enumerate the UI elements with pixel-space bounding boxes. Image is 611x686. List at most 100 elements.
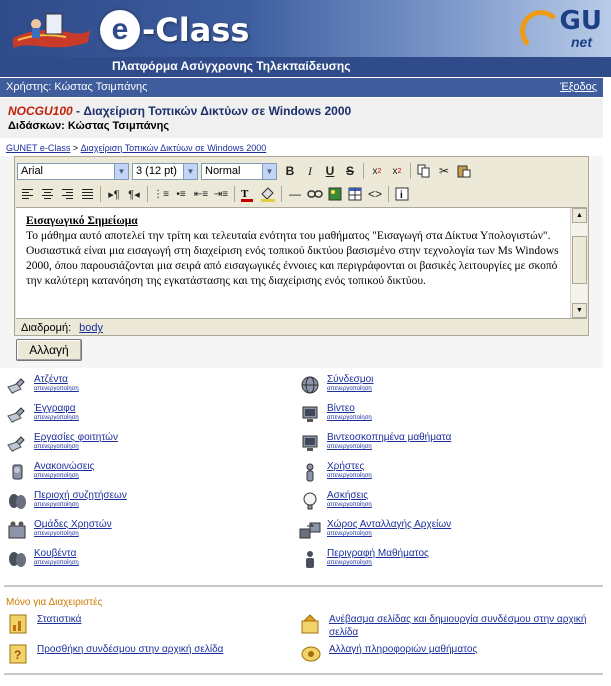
tool-documents[interactable]: Έγγραφα απενεργοποίηση [6, 403, 79, 425]
tool-deactivate-link[interactable]: απενεργοποίηση [327, 444, 451, 450]
tool-student-works[interactable]: Εργασίες φοιτητών απενεργοποίηση [6, 432, 118, 454]
admin-upload-page[interactable]: Ανέβασμα σελίδας και δημιουργία συνδέσμο… [300, 613, 599, 639]
admin-statistics[interactable]: Στατιστικά [8, 613, 267, 635]
paste-icon[interactable] [454, 161, 474, 181]
tool-links[interactable]: Σύνδεσμοι απενεργοποίηση [299, 374, 373, 396]
ltr-icon[interactable]: ▸¶ [104, 184, 124, 204]
logout-link[interactable]: Έξοδος [560, 81, 597, 93]
admin-item-label: Στατιστικά [37, 614, 82, 625]
html-source-icon[interactable]: <> [365, 184, 385, 204]
tool-deactivate-link[interactable]: απενεργοποίηση [34, 415, 79, 421]
admin-course-info[interactable]: Αλλαγή πληροφοριών μαθήματος [300, 643, 599, 665]
monitor-icon [299, 432, 321, 454]
align-center-icon[interactable] [37, 184, 57, 204]
tool-course-description[interactable]: Περιγραφή Μαθήματος απενεργοποίηση [299, 548, 429, 570]
admin-section-title: Μόνο για Διαχειριστές [6, 597, 103, 608]
platform-subtitle: Πλατφόρμα Ασύγχρονης Τηλεκπαίδευσης [112, 59, 351, 73]
breadcrumb-current[interactable]: Διαχείριση Τοπικών Δικτύων σε Windows 20… [81, 143, 267, 153]
statistics-icon [9, 614, 27, 634]
format-select[interactable]: Normal ▼ [201, 162, 277, 180]
link-icon[interactable] [305, 184, 325, 204]
cut-icon[interactable]: ✂ [434, 161, 454, 181]
pencil-icon [6, 374, 28, 396]
tool-deactivate-link[interactable]: απενεργοποίηση [34, 531, 112, 537]
editor-content-area[interactable]: Εισαγωγικό Σημείωμα Το μάθημα αυτό αποτε… [16, 207, 587, 319]
tool-exercises[interactable]: Ασκήσεις απενεργοποίηση [299, 490, 372, 512]
underline-button[interactable]: U [320, 161, 340, 181]
align-right-icon[interactable] [57, 184, 77, 204]
info-icon[interactable]: i [392, 184, 412, 204]
rtl-icon[interactable]: ¶◂ [124, 184, 144, 204]
path-label: Διαδρομή: [21, 322, 72, 334]
instructor: Διδάσκων: Κώστας Τσιμπάνης [8, 120, 170, 132]
breadcrumb-separator: > [70, 143, 81, 153]
upload-icon [301, 614, 319, 634]
size-select[interactable]: 3 (12 pt) ▼ [132, 162, 198, 180]
outdent-icon[interactable]: ⇤≡ [191, 184, 211, 204]
scroll-down-icon[interactable]: ▼ [572, 303, 587, 318]
unordered-list-icon[interactable]: •≡ [171, 184, 191, 204]
forum-icon [6, 490, 28, 512]
tool-deactivate-link[interactable]: απενεργοποίηση [327, 560, 429, 566]
align-left-icon[interactable] [17, 184, 37, 204]
tool-deactivate-link[interactable]: απενεργοποίηση [34, 502, 127, 508]
strikethrough-button[interactable]: S [340, 161, 360, 181]
align-justify-icon[interactable] [77, 184, 97, 204]
breadcrumb: GUNET e-Class > Διαχείριση Τοπικών Δικτύ… [6, 143, 266, 153]
groups-icon [6, 519, 28, 541]
file-exchange-icon [299, 519, 321, 541]
tool-label: Βίντεο [327, 403, 355, 414]
editor-heading: Εισαγωγικό Σημείωμα [26, 215, 138, 227]
tool-announcements[interactable]: Ανακοινώσεις απενεργοποίηση [6, 461, 94, 483]
tool-deactivate-link[interactable]: απενεργοποίηση [327, 386, 373, 392]
ordered-list-icon[interactable]: ⋮≡ [151, 184, 171, 204]
tool-deactivate-link[interactable]: απενεργοποίηση [34, 444, 118, 450]
editor-scrollbar[interactable]: ▲ ▼ [570, 208, 587, 318]
tool-video[interactable]: Βίντεο απενεργοποίηση [299, 403, 372, 425]
copy-icon[interactable] [414, 161, 434, 181]
tool-users[interactable]: Χρήστες απενεργοποίηση [299, 461, 372, 483]
tool-file-exchange[interactable]: Χώρος Ανταλλαγής Αρχείων απενεργοποίηση [299, 519, 451, 541]
path-body-link[interactable]: body [79, 322, 103, 334]
tool-forum[interactable]: Περιοχή συζητήσεων απενεργοποίηση [6, 490, 127, 512]
tool-user-groups[interactable]: Ομάδες Χρηστών απενεργοποίηση [6, 519, 112, 541]
tool-label: Κουβέντα [34, 548, 77, 559]
font-select[interactable]: Arial ▼ [17, 162, 129, 180]
subscript-button[interactable]: x2 [367, 161, 387, 181]
submit-change-button[interactable]: Αλλαγή [16, 339, 82, 361]
indent-icon[interactable]: ⇥≡ [211, 184, 231, 204]
tool-agenda[interactable]: Ατζέντα απενεργοποίηση [6, 374, 79, 396]
admin-item-label: Ανέβασμα σελίδας και δημιουργία συνδέσμο… [329, 614, 587, 638]
superscript-button[interactable]: x2 [387, 161, 407, 181]
font-select-value: Arial [21, 165, 44, 177]
course-title: NOCGU100 - Διαχείριση Τοπικών Δικτύων σε… [8, 104, 351, 118]
tool-deactivate-link[interactable]: απενεργοποίηση [327, 531, 451, 537]
table-icon[interactable] [345, 184, 365, 204]
tool-deactivate-link[interactable]: απενεργοποίηση [34, 560, 79, 566]
text-color-icon[interactable]: T [238, 184, 258, 204]
tool-deactivate-link[interactable]: απενεργοποίηση [327, 415, 372, 421]
highlight-color-icon[interactable] [258, 184, 278, 204]
editor-toolbar-row-2: ▸¶ ¶◂ ⋮≡ •≡ ⇤≡ ⇥≡ T — <> i [17, 183, 412, 205]
chat-icon [6, 548, 28, 570]
image-icon[interactable] [325, 184, 345, 204]
italic-button[interactable]: I [300, 161, 320, 181]
logo-text: -Class [142, 11, 250, 49]
user-icon [299, 461, 321, 483]
admin-add-link[interactable]: ? Προσθήκη συνδέσμου στην αρχική σελίδα [8, 643, 267, 665]
scroll-up-icon[interactable]: ▲ [572, 208, 587, 223]
chevron-down-icon: ▼ [262, 163, 276, 179]
tool-deactivate-link[interactable]: απενεργοποίηση [34, 386, 79, 392]
tool-chat[interactable]: Κουβέντα απενεργοποίηση [6, 548, 79, 570]
breadcrumb-home[interactable]: GUNET e-Class [6, 143, 70, 153]
tool-recorded-lectures[interactable]: Βιντεοσκοπημένα μαθήματα απενεργοποίηση [299, 432, 451, 454]
tool-deactivate-link[interactable]: απενεργοποίηση [327, 502, 372, 508]
tool-label: Σύνδεσμοι [327, 374, 374, 385]
monitor-icon [299, 403, 321, 425]
gu-net-text: net [571, 34, 592, 50]
horizontal-rule-icon[interactable]: — [285, 184, 305, 204]
tool-deactivate-link[interactable]: απενεργοποίηση [327, 473, 372, 479]
bold-button[interactable]: B [280, 161, 300, 181]
tool-deactivate-link[interactable]: απενεργοποίηση [34, 473, 94, 479]
scroll-thumb[interactable] [572, 236, 587, 284]
